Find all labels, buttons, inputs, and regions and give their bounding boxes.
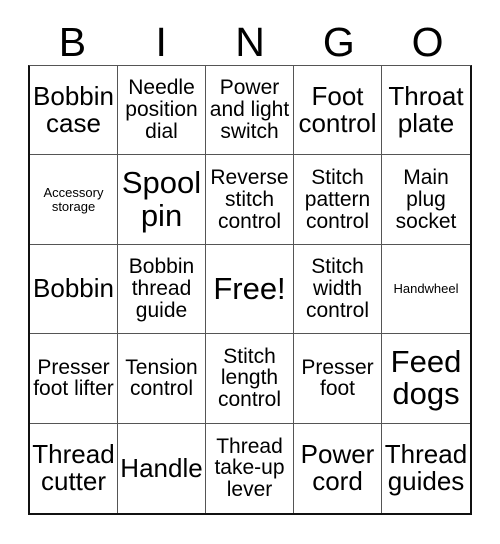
bingo-cell-label: Handle bbox=[120, 452, 203, 483]
bingo-cell-label: Bobbin thread guide bbox=[128, 255, 195, 322]
bingo-cell-label: Thread cutter bbox=[32, 439, 115, 497]
bingo-cell-label: Presser foot lifter bbox=[33, 355, 114, 401]
bingo-cell-label: Accessory storage bbox=[43, 185, 104, 214]
bingo-cell-label: Stitch length control bbox=[217, 344, 282, 412]
bingo-cell-r3c2[interactable]: Bobbin thread guide bbox=[118, 244, 206, 335]
bingo-cell-label: Stitch pattern control bbox=[304, 165, 371, 233]
bingo-cell-label: Tension control bbox=[125, 355, 198, 401]
bingo-cell-label: Throat plate bbox=[388, 81, 464, 139]
bingo-cell-r1c5[interactable]: Throat plate bbox=[382, 66, 470, 156]
bingo-cell-r5c3[interactable]: Thread take-up lever bbox=[206, 423, 294, 513]
bingo-cell-r3c5[interactable]: Handwheel bbox=[382, 244, 470, 335]
bingo-card: B I N G O Bobbin case Needle position di… bbox=[0, 0, 500, 544]
bingo-cell-label: Thread take-up lever bbox=[214, 434, 285, 502]
bingo-header-letters: B I N G O bbox=[28, 8, 472, 65]
bingo-cell-label: Stitch width control bbox=[305, 255, 370, 322]
bingo-cell-r1c1[interactable]: Bobbin case bbox=[30, 66, 118, 156]
header-letter-b: B bbox=[58, 19, 87, 65]
bingo-cell-r5c5[interactable]: Thread guides bbox=[382, 423, 470, 513]
bingo-cell-r3c4[interactable]: Stitch width control bbox=[294, 244, 382, 335]
bingo-cell-r4c4[interactable]: Presser foot bbox=[294, 334, 382, 424]
bingo-cell-label: Bobbin case bbox=[33, 81, 114, 139]
header-letter-i: I bbox=[155, 19, 167, 65]
bingo-cell-label: Bobbin bbox=[33, 273, 114, 304]
bingo-cell-r2c3[interactable]: Reverse stitch control bbox=[206, 155, 294, 245]
bingo-cell-label: Foot control bbox=[298, 81, 377, 139]
bingo-grid: Bobbin case Needle position dial Power a… bbox=[28, 65, 472, 515]
bingo-cell-r2c1[interactable]: Accessory storage bbox=[30, 155, 118, 245]
bingo-cell-label: Power cord bbox=[300, 439, 375, 497]
bingo-cell-r5c1[interactable]: Thread cutter bbox=[30, 423, 118, 513]
bingo-cell-r1c3[interactable]: Power and light switch bbox=[206, 66, 294, 156]
header-letter-g: G bbox=[322, 19, 355, 65]
bingo-cell-r3c1[interactable]: Bobbin bbox=[30, 244, 118, 335]
bingo-cell-r2c4[interactable]: Stitch pattern control bbox=[294, 155, 382, 245]
bingo-cell-label: Power and light switch bbox=[209, 76, 290, 144]
bingo-cell-r4c2[interactable]: Tension control bbox=[118, 334, 206, 424]
bingo-cell-r4c5[interactable]: Feed dogs bbox=[382, 334, 470, 424]
bingo-cell-label: Reverse stitch control bbox=[210, 165, 289, 233]
bingo-cell-label: Spool pin bbox=[121, 165, 202, 233]
bingo-cell-r4c1[interactable]: Presser foot lifter bbox=[30, 334, 118, 424]
bingo-cell-label: Thread guides bbox=[384, 439, 468, 497]
header-letter-n: N bbox=[235, 19, 265, 65]
bingo-cell-r5c4[interactable]: Power cord bbox=[294, 423, 382, 513]
bingo-cell-label: Presser foot bbox=[301, 355, 374, 401]
bingo-cell-free-space[interactable]: Free! bbox=[206, 244, 294, 335]
bingo-cell-r1c4[interactable]: Foot control bbox=[294, 66, 382, 156]
bingo-cell-label: Handwheel bbox=[393, 281, 459, 297]
bingo-cell-label: Feed dogs bbox=[390, 344, 462, 412]
free-space-label: Free! bbox=[213, 270, 286, 306]
bingo-cell-r2c5[interactable]: Main plug socket bbox=[382, 155, 470, 245]
bingo-cell-r2c2[interactable]: Spool pin bbox=[118, 155, 206, 245]
bingo-cell-r5c2[interactable]: Handle bbox=[118, 423, 206, 513]
bingo-cell-label: Main plug socket bbox=[395, 165, 457, 233]
bingo-cell-label: Needle position dial bbox=[125, 76, 198, 144]
bingo-cell-r1c2[interactable]: Needle position dial bbox=[118, 66, 206, 156]
bingo-cell-r4c3[interactable]: Stitch length control bbox=[206, 334, 294, 424]
header-letter-o: O bbox=[411, 19, 444, 65]
